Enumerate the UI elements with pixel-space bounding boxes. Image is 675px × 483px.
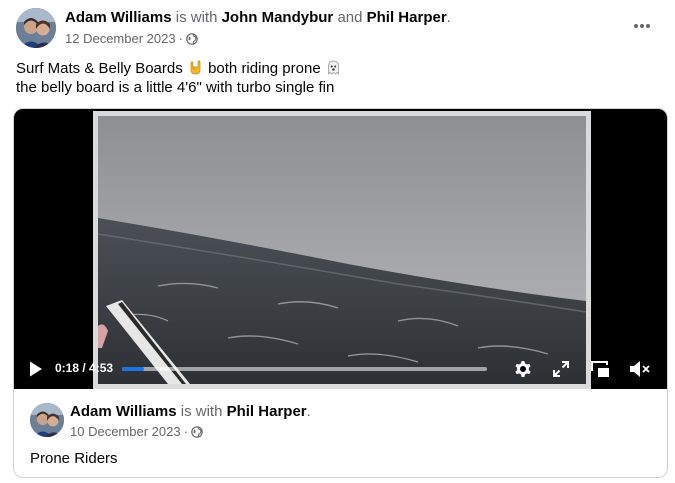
play-button[interactable]: [28, 360, 44, 378]
time-separator: /: [79, 361, 90, 375]
post-header: Adam Williams is with John Mandybur and …: [16, 8, 666, 50]
fullscreen-icon: [553, 361, 569, 377]
with-text: is with: [175, 9, 218, 26]
shared-period-text: .: [306, 403, 311, 420]
shared-post-card[interactable]: 0:18 / 4:53 Adam Williams is with Phil H…: [13, 108, 668, 478]
author-line: Adam Williams is with John Mandybur and …: [65, 9, 451, 27]
fullscreen-button[interactable]: [549, 357, 573, 381]
ghost-emoji-icon: [325, 59, 342, 76]
post-text-line-2: the belly board is a little 4'6" with tu…: [16, 79, 335, 96]
shared-date-link[interactable]: 10 December 2023: [70, 424, 181, 440]
video-scene: [98, 116, 586, 384]
shared-author-line: Adam Williams is with Phil Harper.: [70, 403, 311, 421]
shared-globe-icon[interactable]: [191, 426, 203, 438]
video-progress-bar[interactable]: [122, 367, 487, 371]
globe-icon[interactable]: [186, 33, 198, 45]
more-options-button[interactable]: [628, 12, 656, 40]
shared-author-name-link[interactable]: Adam Williams: [70, 403, 177, 420]
post-text: Surf Mats & Belly Boards both riding pro…: [16, 59, 656, 97]
period-text: .: [446, 9, 451, 26]
video-progress-fill: [122, 367, 145, 371]
author-avatar[interactable]: [16, 8, 56, 48]
sign-of-horns-emoji-icon: [187, 59, 204, 76]
gear-icon: [515, 361, 531, 377]
picture-in-picture-icon: [591, 361, 609, 377]
shared-author-avatar[interactable]: [30, 403, 64, 437]
mute-button[interactable]: [628, 357, 652, 381]
post-date-link[interactable]: 12 December 2023: [65, 31, 176, 47]
more-options-icon: [634, 24, 650, 28]
tagged-user-link-2[interactable]: Phil Harper: [367, 9, 447, 26]
post-text-part-2: both riding prone: [208, 60, 321, 77]
duration: 4:53: [89, 361, 114, 375]
video-player[interactable]: 0:18 / 4:53: [14, 109, 667, 389]
post-text-line-1: Surf Mats & Belly Boards both riding pro…: [16, 59, 656, 78]
video-controls: 0:18 / 4:53: [14, 349, 667, 389]
post-text-part-1: Surf Mats & Belly Boards: [16, 60, 183, 77]
shared-post-meta: 10 December 2023 ·: [70, 424, 203, 440]
shared-with-text: is with: [180, 403, 223, 420]
shared-tagged-user-link[interactable]: Phil Harper: [227, 403, 307, 420]
author-name-link[interactable]: Adam Williams: [65, 9, 172, 26]
play-icon: [30, 361, 42, 377]
shared-post-footer: Adam Williams is with Phil Harper. 10 De…: [14, 389, 667, 477]
video-time: 0:18 / 4:53: [55, 361, 113, 375]
current-time: 0:18: [55, 361, 80, 375]
tagged-user-link-1[interactable]: John Mandybur: [222, 9, 334, 26]
and-text: and: [337, 9, 363, 26]
video-frame[interactable]: [93, 111, 591, 389]
post-meta: 12 December 2023 ·: [65, 31, 198, 47]
settings-button[interactable]: [511, 357, 535, 381]
shared-meta-separator: ·: [183, 424, 188, 439]
picture-in-picture-button[interactable]: [588, 357, 612, 381]
shared-post-text: Prone Riders: [30, 450, 118, 467]
volume-muted-icon: [630, 361, 650, 377]
meta-separator: ·: [178, 31, 183, 46]
